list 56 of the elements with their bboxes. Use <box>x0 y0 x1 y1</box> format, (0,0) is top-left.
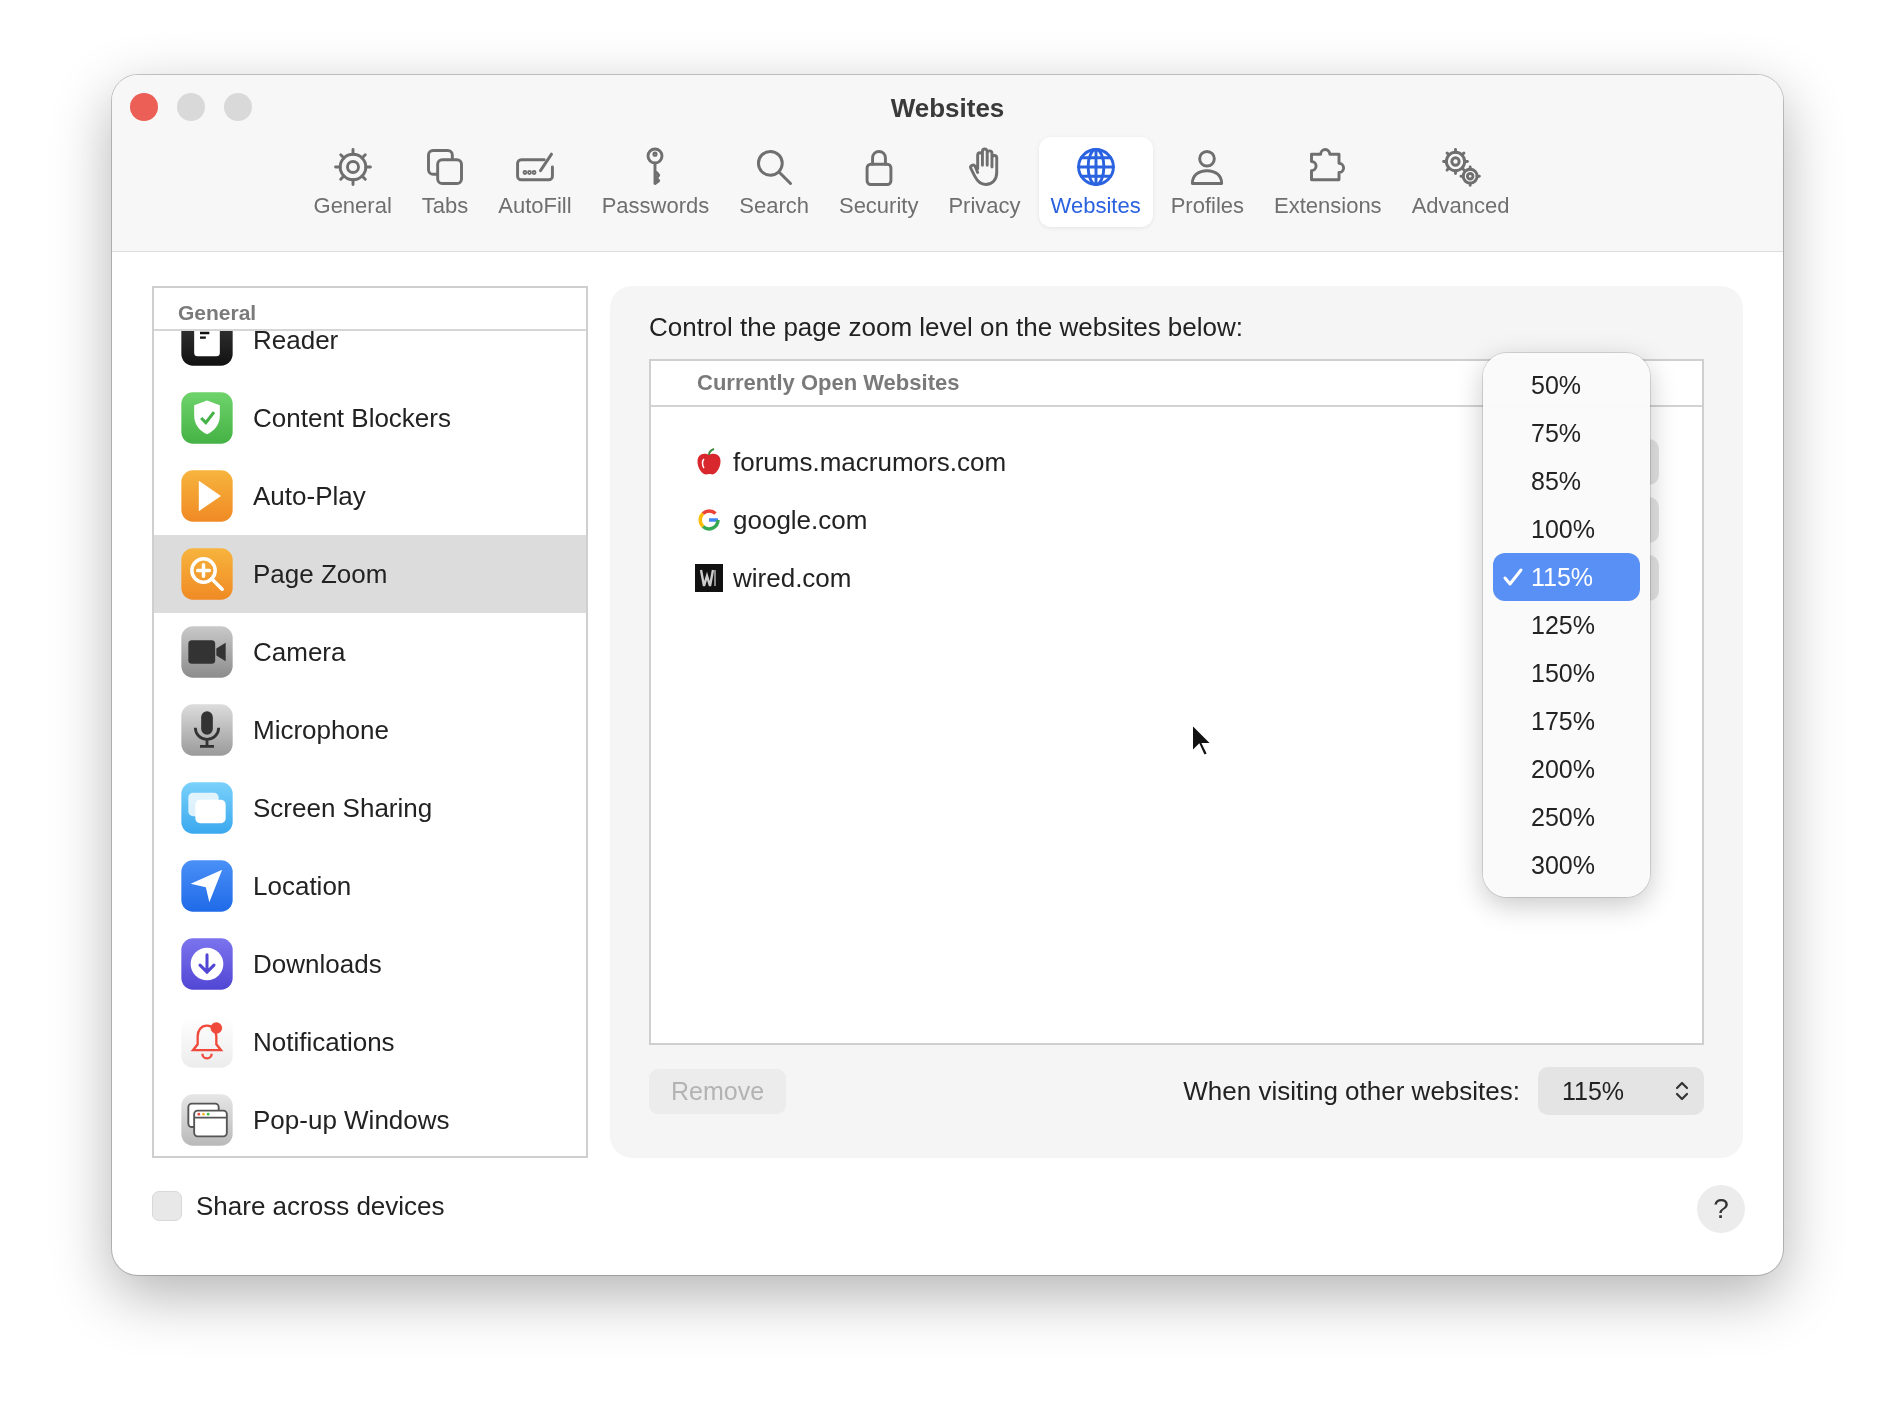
shield-icon <box>179 390 235 446</box>
toolbar-tab[interactable]: Search <box>727 137 821 227</box>
toolbar-tab[interactable]: Passwords <box>589 137 722 227</box>
column-header: Currently Open Websites <box>697 370 960 396</box>
dark-square-icon <box>693 562 725 594</box>
zoom-in-icon <box>179 546 235 602</box>
description-text: Control the page zoom level on the websites below: <box>649 312 1243 343</box>
website-name: google.com <box>733 504 868 536</box>
download-icon <box>179 936 235 992</box>
toolbar-tab[interactable]: Tabs <box>409 137 481 227</box>
sidebar-item[interactable]: Downloads <box>154 925 586 1003</box>
checkbox-label: Share across devices <box>196 1190 445 1222</box>
menu-item[interactable]: 125% <box>1493 601 1640 649</box>
window-title: Websites <box>890 93 1005 124</box>
sidebar-item[interactable]: Camera <box>154 613 586 691</box>
toolbar-tab[interactable]: Security <box>826 137 931 227</box>
sidebar-item[interactable]: Page Zoom <box>154 535 586 613</box>
toolbar-tab[interactable]: Advanced <box>1399 137 1522 227</box>
menu-item[interactable]: 300% <box>1493 841 1640 889</box>
menu-item[interactable]: 250% <box>1493 793 1640 841</box>
menu-item[interactable]: 50% <box>1493 361 1640 409</box>
sidebar-item[interactable]: Pop-up Windows <box>154 1081 586 1156</box>
close-button[interactable] <box>130 93 158 121</box>
sidebar-item[interactable]: Content Blockers <box>154 379 586 457</box>
menu-item[interactable]: 75% <box>1493 409 1640 457</box>
toolbar-tab[interactable]: AutoFill <box>486 137 584 227</box>
menu-item[interactable]: 85% <box>1493 457 1640 505</box>
browser-windows-icon <box>179 1092 235 1148</box>
menu-item[interactable]: 175% <box>1493 697 1640 745</box>
windows-icon <box>179 780 235 836</box>
website-name: wired.com <box>733 562 852 594</box>
sidebar-item[interactable]: Screen Sharing <box>154 769 586 847</box>
menu-item[interactable]: 200% <box>1493 745 1640 793</box>
zoom-popup[interactable]: 115% <box>1538 1067 1704 1115</box>
help-button[interactable]: ? <box>1697 1185 1745 1233</box>
toolbar-tab[interactable]: Privacy <box>936 137 1033 227</box>
section-header: General <box>178 301 257 326</box>
chevrons-icon <box>1674 1079 1690 1103</box>
zoom-button[interactable] <box>224 93 252 121</box>
sidebar-item[interactable]: Microphone <box>154 691 586 769</box>
toolbar-tab[interactable]: Extensions <box>1262 137 1394 227</box>
play-icon <box>179 468 235 524</box>
field-label: When visiting other websites: <box>1183 1075 1520 1107</box>
sidebar-item[interactable]: Location <box>154 847 586 925</box>
toolbar-tab[interactable]: Websites <box>1038 137 1153 227</box>
toolbar-tab[interactable]: Profiles <box>1158 137 1256 227</box>
minimize-button[interactable] <box>177 93 205 121</box>
website-name: forums.macrumors.com <box>733 446 1007 478</box>
video-camera-icon <box>179 624 235 680</box>
menu-item[interactable]: 150% <box>1493 649 1640 697</box>
sidebar-item[interactable]: Auto-Play <box>154 457 586 535</box>
microphone-icon <box>179 702 235 758</box>
checkbox[interactable] <box>152 1191 182 1221</box>
menu-item[interactable]: 100% <box>1493 505 1640 553</box>
sidebar-item[interactable]: Notifications <box>154 1003 586 1081</box>
toolbar-tab[interactable]: General <box>301 137 404 227</box>
